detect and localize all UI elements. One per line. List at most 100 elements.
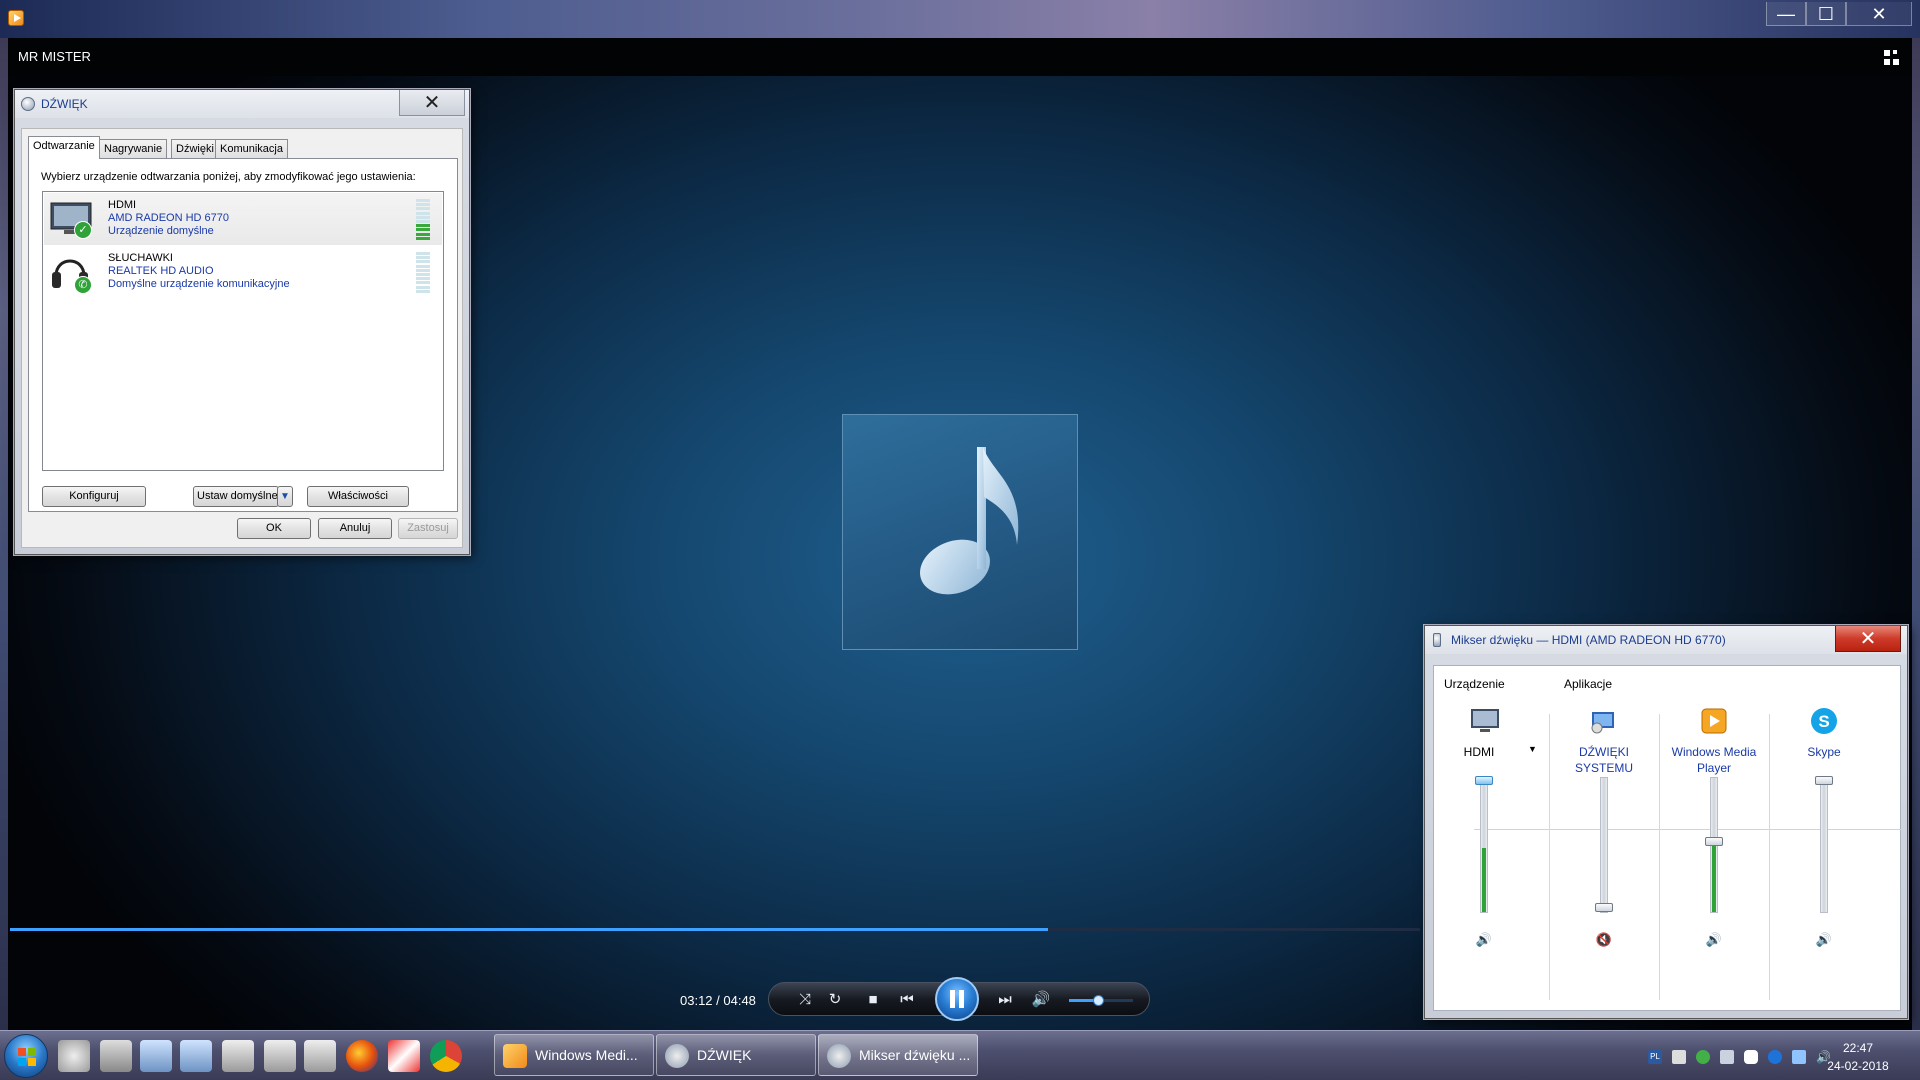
taskbar-task-sound[interactable]: DŹWIĘK: [656, 1034, 816, 1076]
keyboard-icon[interactable]: [1672, 1050, 1686, 1064]
speaker-icon: [21, 97, 35, 111]
level-meter: [416, 252, 430, 294]
usd-drive-icon[interactable]: [140, 1040, 172, 1072]
tab-recording[interactable]: Nagrywanie: [99, 139, 168, 158]
skype-icon[interactable]: S: [1809, 706, 1839, 736]
volume-thumb[interactable]: [1092, 995, 1104, 1006]
volume-slider[interactable]: [1069, 995, 1133, 1006]
mixer-body: Urządzenie Aplikacje HDMI ▼ 🔊 DŹWIĘKI SY: [1433, 665, 1902, 1011]
time-readout: 03:12 / 04:48: [680, 993, 756, 1008]
meter-segment: [416, 203, 430, 207]
apply-button[interactable]: Zastosuj: [398, 518, 458, 539]
language-indicator[interactable]: PL: [1648, 1050, 1662, 1064]
clock-date: 24-02-2018: [1827, 1059, 1889, 1073]
bluetooth-icon[interactable]: [1768, 1050, 1782, 1064]
chevron-down-icon: ▼: [280, 491, 290, 502]
speaker-icon: [665, 1044, 689, 1068]
meter-segment: [416, 285, 430, 289]
list-item-hdmi[interactable]: ✓ HDMI AMD RADEON HD 6770 Urządzenie dom…: [44, 193, 442, 245]
properties-button[interactable]: Właściwości: [307, 486, 409, 507]
tab-playback[interactable]: Odtwarzanie: [28, 136, 100, 159]
now-playing-header: MR MISTER: [8, 38, 1912, 76]
volume-thumb[interactable]: [1475, 776, 1493, 785]
device-name: HDMI: [108, 199, 137, 211]
shuffle-icon[interactable]: ⤨: [795, 990, 815, 1010]
sound-dialog-titlebar[interactable]: DŹWIĘK ✕: [15, 90, 469, 118]
drive-icon[interactable]: [100, 1040, 132, 1072]
meter-segment: [416, 207, 430, 211]
wmp-titlebar[interactable]: — ☐ ✕: [0, 0, 1920, 38]
drive-icon[interactable]: [222, 1040, 254, 1072]
repeat-icon[interactable]: ↻: [825, 990, 845, 1010]
volume-thumb[interactable]: [1705, 836, 1723, 846]
system-sounds-icon[interactable]: [1589, 706, 1619, 736]
monitor-icon[interactable]: [1470, 706, 1500, 736]
meter-segment: [416, 224, 430, 228]
monitor-icon: ✓: [50, 199, 94, 239]
mute-speaker-icon[interactable]: 🔊: [1475, 932, 1493, 948]
speaker-icon[interactable]: 🔊: [1031, 990, 1051, 1010]
tab-communications[interactable]: Komunikacja: [215, 139, 288, 158]
configure-button[interactable]: Konfiguruj: [42, 486, 146, 507]
ok-button[interactable]: OK: [237, 518, 311, 539]
cancel-button[interactable]: Anuluj: [318, 518, 392, 539]
flag-icon[interactable]: [1720, 1050, 1734, 1064]
meter-segment: [416, 281, 430, 285]
muted-speaker-icon[interactable]: 🔇: [1595, 932, 1613, 948]
wmp-app-icon[interactable]: [8, 10, 24, 26]
stop-button[interactable]: ■: [863, 990, 883, 1010]
set-default-dropdown[interactable]: ▼: [277, 486, 293, 507]
switch-to-library-icon[interactable]: [1884, 50, 1900, 66]
close-button[interactable]: ✕: [1846, 2, 1912, 26]
device-list[interactable]: ✓ HDMI AMD RADEON HD 6770 Urządzenie dom…: [42, 191, 444, 471]
ccleaner-icon[interactable]: [388, 1040, 420, 1072]
title-ghost: [840, 12, 1080, 30]
firefox-icon[interactable]: [346, 1040, 378, 1072]
network-icon[interactable]: [1792, 1050, 1806, 1064]
seek-bar[interactable]: [10, 928, 1420, 931]
volume-track[interactable]: [1475, 776, 1493, 913]
safely-remove-icon[interactable]: [1744, 1050, 1758, 1064]
tab-sounds[interactable]: Dźwięki: [171, 139, 219, 158]
meter-segment: [416, 199, 430, 202]
drive-icon[interactable]: [264, 1040, 296, 1072]
chrome-icon[interactable]: [430, 1040, 462, 1072]
previous-button[interactable]: ⏮: [897, 990, 917, 1010]
task-label: Windows Medi...: [535, 1047, 638, 1063]
mute-speaker-icon[interactable]: 🔊: [1815, 932, 1833, 948]
drive-icon[interactable]: [304, 1040, 336, 1072]
taskbar-task-wmp[interactable]: Windows Medi...: [494, 1034, 654, 1076]
next-button[interactable]: ⏭: [995, 990, 1015, 1010]
chevron-down-icon[interactable]: ▼: [1528, 744, 1537, 754]
set-default-button[interactable]: Ustaw domyślne: [193, 486, 279, 507]
system-clock[interactable]: 22:47 24-02-2018: [1810, 1039, 1906, 1075]
start-button[interactable]: [4, 1034, 48, 1078]
wmp-icon[interactable]: [1699, 706, 1729, 736]
volume-thumb[interactable]: [1815, 776, 1833, 785]
list-item-headphones[interactable]: ✆ SŁUCHAWKI REALTEK HD AUDIO Domyślne ur…: [44, 246, 442, 298]
taskbar-task-mixer[interactable]: Mikser dźwięku ...: [818, 1034, 978, 1076]
minimize-button[interactable]: —: [1766, 2, 1806, 26]
meter-segment: [416, 277, 430, 281]
level-meter: [416, 199, 430, 241]
mixer-title: Mikser dźwięku — HDMI (AMD RADEON HD 677…: [1451, 633, 1726, 647]
mixer-titlebar[interactable]: Mikser dźwięku — HDMI (AMD RADEON HD 677…: [1425, 626, 1907, 654]
volume-thumb[interactable]: [1595, 903, 1613, 912]
volume-track[interactable]: [1595, 777, 1613, 913]
windows-logo-icon: [18, 1048, 36, 1066]
pause-button[interactable]: [935, 977, 979, 1021]
channel-name: DŹWIĘKI: [1579, 745, 1629, 759]
volume-track[interactable]: [1815, 776, 1833, 913]
volume-track[interactable]: [1705, 777, 1723, 913]
maximize-button[interactable]: ☐: [1806, 2, 1846, 26]
sd-drive-icon[interactable]: [180, 1040, 212, 1072]
nvidia-icon[interactable]: [1696, 1050, 1710, 1064]
meter-segment: [416, 289, 430, 293]
meter-segment: [416, 252, 430, 255]
mixer-close-button[interactable]: ✕: [1835, 626, 1901, 652]
headphones-icon: ✆: [50, 252, 94, 294]
channel-name-line2: SYSTEMU: [1574, 761, 1633, 775]
mute-speaker-icon[interactable]: 🔊: [1705, 932, 1723, 948]
sound-dialog-close-button[interactable]: ✕: [399, 90, 465, 116]
dvd-drive-icon[interactable]: [58, 1040, 90, 1072]
